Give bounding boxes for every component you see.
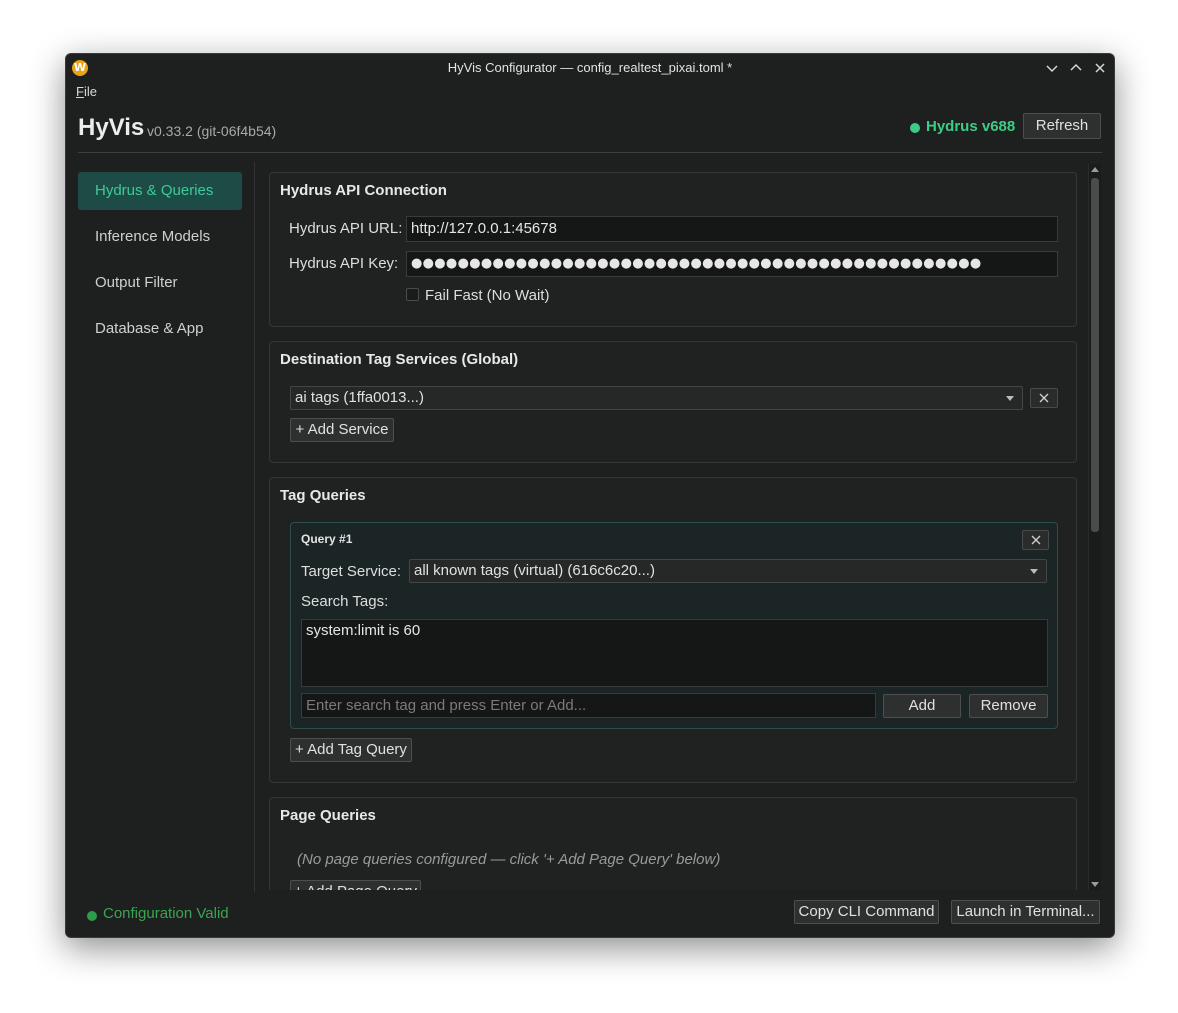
query-card: Query #1 Target Service: all known tags … bbox=[290, 522, 1058, 729]
remove-query-button[interactable] bbox=[1022, 530, 1049, 550]
page-queries-group: Page Queries (No page queries configured… bbox=[269, 797, 1077, 890]
add-page-query-button[interactable]: + Add Page Query bbox=[290, 880, 421, 890]
chevron-down-icon bbox=[1046, 65, 1058, 73]
api-url-label: Hydrus API URL: bbox=[289, 220, 403, 237]
remove-tag-button[interactable]: Remove bbox=[969, 694, 1048, 718]
target-service-value: all known tags (virtual) (616c6c20...) bbox=[414, 562, 655, 579]
tag-queries-group: Tag Queries Query #1 Target Service: all… bbox=[269, 477, 1077, 783]
add-tag-query-button[interactable]: + Add Tag Query bbox=[290, 738, 412, 762]
window-title: HyVis Configurator — config_realtest_pix… bbox=[447, 60, 733, 75]
sidebar-item-inference-models[interactable]: Inference Models bbox=[78, 218, 242, 256]
title-bar[interactable]: W HyVis Configurator — config_realtest_p… bbox=[66, 54, 1114, 82]
search-tag-item[interactable]: system:limit is 60 bbox=[306, 622, 1043, 639]
sidebar-item-hydrus-queries[interactable]: Hydrus & Queries bbox=[78, 172, 242, 210]
hydrus-version-status: Hydrus v688 bbox=[926, 118, 1016, 135]
menu-file-accelerator: F bbox=[76, 84, 84, 99]
menu-file[interactable]: File bbox=[76, 84, 97, 99]
tag-queries-title: Tag Queries bbox=[280, 487, 366, 504]
destination-service-value: ai tags (1ffa0013...) bbox=[295, 389, 424, 406]
sidebar-divider bbox=[254, 162, 255, 892]
minimize-button[interactable] bbox=[1044, 60, 1060, 76]
dropdown-arrow-icon bbox=[1030, 569, 1038, 574]
api-connection-title: Hydrus API Connection bbox=[280, 182, 447, 199]
api-url-input[interactable]: http://127.0.0.1:45678 bbox=[406, 216, 1058, 242]
config-status-dot bbox=[87, 911, 97, 921]
target-service-select[interactable]: all known tags (virtual) (616c6c20...) bbox=[409, 559, 1047, 583]
fail-fast-label[interactable]: Fail Fast (No Wait) bbox=[425, 287, 549, 304]
search-tags-list[interactable]: system:limit is 60 bbox=[301, 619, 1048, 687]
launch-in-terminal-button[interactable]: Launch in Terminal... bbox=[951, 900, 1100, 924]
chevron-up-icon bbox=[1070, 63, 1082, 71]
target-service-label: Target Service: bbox=[301, 563, 402, 580]
search-tags-label: Search Tags: bbox=[301, 593, 389, 610]
search-tag-input[interactable]: Enter search tag and press Enter or Add.… bbox=[301, 693, 876, 718]
add-tag-button[interactable]: Add bbox=[883, 694, 961, 718]
menu-bar: File bbox=[66, 82, 1114, 102]
footer-bar: Configuration Valid Copy CLI Command Lau… bbox=[66, 896, 1114, 936]
app-window: W HyVis Configurator — config_realtest_p… bbox=[65, 53, 1115, 938]
api-key-label: Hydrus API Key: bbox=[289, 255, 399, 272]
page-queries-title: Page Queries bbox=[280, 807, 376, 824]
destination-services-group: Destination Tag Services (Global) ai tag… bbox=[269, 341, 1077, 463]
close-icon bbox=[1095, 63, 1105, 73]
app-name: HyVis bbox=[78, 114, 145, 141]
query-title: Query #1 bbox=[301, 532, 353, 546]
connection-status-dot bbox=[910, 123, 920, 133]
destination-service-select[interactable]: ai tags (1ffa0013...) bbox=[290, 386, 1023, 410]
scroll-down-arrow-icon[interactable] bbox=[1091, 882, 1099, 887]
add-service-button[interactable]: + Add Service bbox=[290, 418, 394, 442]
destination-services-title: Destination Tag Services (Global) bbox=[280, 351, 519, 368]
remove-service-button[interactable] bbox=[1030, 388, 1058, 408]
scroll-up-arrow-icon[interactable] bbox=[1091, 167, 1099, 172]
search-tag-placeholder: Enter search tag and press Enter or Add.… bbox=[306, 697, 587, 714]
scrollbar-thumb[interactable] bbox=[1091, 178, 1099, 532]
app-version: v0.33.2 (git-06f4b54) bbox=[147, 123, 277, 139]
sidebar-item-database-app[interactable]: Database & App bbox=[78, 310, 242, 348]
maximize-button[interactable] bbox=[1068, 60, 1084, 76]
page-queries-empty-text: (No page queries configured — click '+ A… bbox=[297, 851, 721, 868]
api-connection-group: Hydrus API Connection Hydrus API URL: ht… bbox=[269, 172, 1077, 327]
menu-file-label: ile bbox=[83, 84, 97, 99]
close-icon bbox=[1039, 393, 1049, 403]
close-icon bbox=[1031, 535, 1040, 545]
refresh-button[interactable]: Refresh bbox=[1023, 113, 1101, 139]
api-key-input[interactable]: ●●●●●●●●●●●●●●●●●●●●●●●●●●●●●●●●●●●●●●●●… bbox=[406, 251, 1058, 277]
copy-cli-command-button[interactable]: Copy CLI Command bbox=[794, 900, 939, 924]
config-status-text: Configuration Valid bbox=[103, 905, 229, 922]
content-scrollbar[interactable] bbox=[1088, 164, 1101, 890]
app-header: HyVis v0.33.2 (git-06f4b54) Hydrus v688 … bbox=[78, 110, 1102, 150]
sidebar-item-output-filter[interactable]: Output Filter bbox=[78, 264, 242, 302]
header-divider bbox=[78, 152, 1102, 153]
fail-fast-checkbox[interactable] bbox=[406, 288, 419, 301]
dropdown-arrow-icon bbox=[1006, 396, 1014, 401]
close-window-button[interactable] bbox=[1092, 60, 1108, 76]
main-content[interactable]: Hydrus API Connection Hydrus API URL: ht… bbox=[269, 172, 1079, 890]
